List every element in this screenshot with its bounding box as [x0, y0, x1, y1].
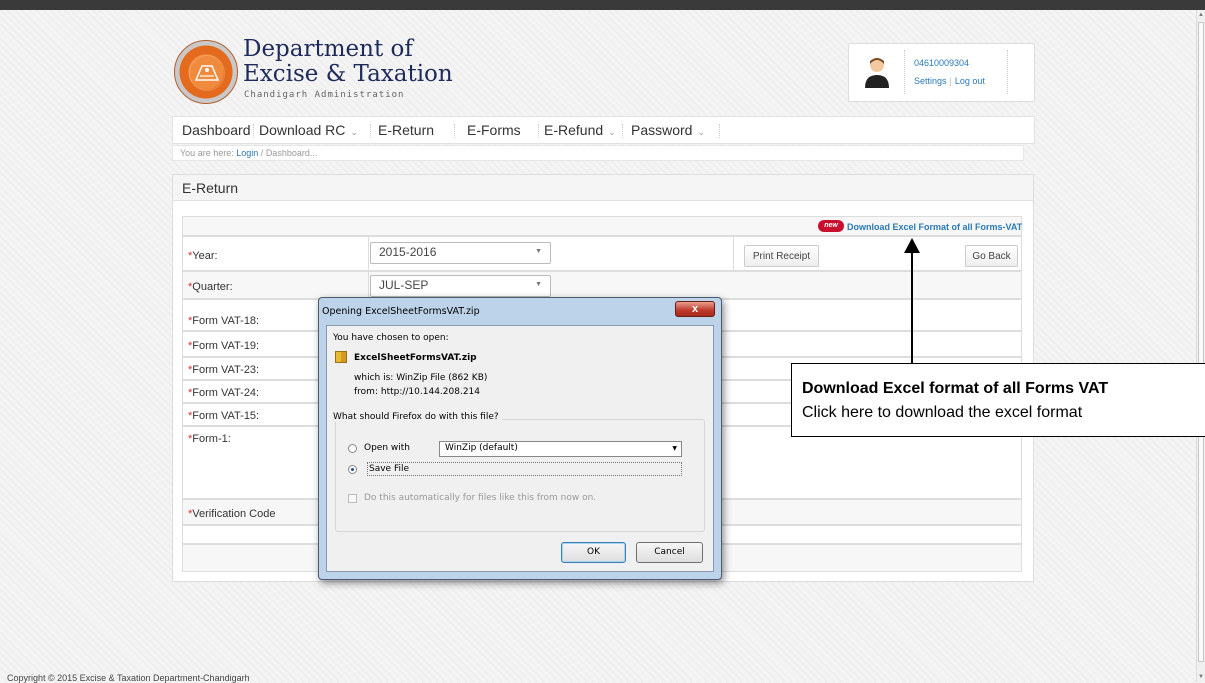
browser-top-bar — [0, 0, 1205, 10]
dialog-body: You have chosen to open: ExcelSheetForms… — [326, 325, 714, 572]
department-logo — [174, 40, 238, 104]
pointer-line — [911, 252, 913, 363]
open-with-select[interactable]: WinZip (default) ▼ — [439, 441, 682, 457]
site-title: Department of Excise & Taxation — [243, 37, 453, 87]
vertical-scrollbar[interactable]: ▲ ▼ — [1196, 10, 1205, 682]
site-title-line2: Excise & Taxation — [243, 61, 453, 87]
callout-box: Download Excel format of all Forms VAT C… — [791, 363, 1205, 437]
chevron-down-icon: ⌄ — [608, 127, 616, 137]
user-divider-right — [1007, 50, 1008, 94]
user-divider — [904, 50, 905, 94]
scroll-up-arrow-icon[interactable]: ▲ — [1198, 12, 1204, 18]
save-file-focus — [367, 462, 682, 476]
open-with-radio[interactable] — [348, 444, 357, 453]
dialog-title: Opening ExcelSheetFormsVAT.zip — [322, 306, 480, 317]
user-id: 04610009304 — [914, 58, 970, 68]
callout-heading: Download Excel format of all Forms VAT — [802, 380, 1109, 397]
nav-item-e-return[interactable]: E-Return — [378, 122, 434, 138]
main-nav: Dashboard Download RC ⌄ E-Return E-Forms … — [172, 116, 1035, 144]
breadcrumb: You are here: Login / Dashboard... — [172, 145, 1024, 161]
nav-item-e-refund[interactable]: E-Refund ⌄ — [544, 122, 616, 138]
user-avatar-icon — [865, 58, 889, 88]
auto-checkbox[interactable] — [348, 494, 357, 503]
pointer-arrow-icon — [904, 238, 920, 253]
zip-file-icon — [335, 351, 347, 363]
ok-button[interactable]: OK — [561, 542, 626, 563]
caret-down-icon: ▼ — [535, 248, 542, 255]
year-select[interactable]: 2015-2016 ▼ — [370, 242, 551, 264]
user-panel: 04610009304 Settings | Log out — [848, 43, 1035, 102]
nav-item-download-rc[interactable]: Download RC ⌄ — [259, 122, 358, 138]
emblem-icon — [194, 65, 220, 81]
file-name: ExcelSheetFormsVAT.zip — [354, 353, 477, 363]
logout-link[interactable]: Log out — [955, 76, 985, 86]
quarter-row: *Quarter: — [182, 271, 1022, 299]
breadcrumb-login-link[interactable]: Login — [236, 148, 258, 158]
new-badge-icon: new — [818, 220, 844, 232]
cancel-button[interactable]: Cancel — [636, 542, 703, 563]
go-back-button[interactable]: Go Back — [965, 245, 1018, 267]
scroll-down-arrow-icon[interactable]: ▼ — [1198, 674, 1204, 680]
settings-link[interactable]: Settings — [914, 76, 947, 86]
callout-body: Click here to download the excel format — [802, 404, 1083, 421]
quarter-select[interactable]: JUL-SEP ▼ — [370, 275, 551, 297]
chevron-down-icon: ⌄ — [697, 127, 706, 137]
site-title-line1: Department of — [243, 36, 413, 62]
panel-title: E-Return — [173, 175, 1033, 201]
caret-down-icon: ▼ — [672, 445, 677, 452]
caret-down-icon: ▼ — [535, 281, 542, 288]
chevron-down-icon: ⌄ — [350, 127, 358, 137]
save-file-radio[interactable] — [348, 465, 357, 474]
dialog-close-button[interactable]: x — [675, 301, 715, 317]
nav-item-dashboard[interactable]: Dashboard — [182, 122, 251, 138]
print-receipt-button[interactable]: Print Receipt — [744, 245, 819, 267]
site-subtitle: Chandigarh Administration — [244, 90, 405, 100]
nav-item-e-forms[interactable]: E-Forms — [467, 122, 521, 138]
nav-item-password[interactable]: Password ⌄ — [631, 122, 705, 138]
user-links: Settings | Log out — [914, 76, 985, 86]
open-file-dialog: Opening ExcelSheetFormsVAT.zip x You hav… — [318, 297, 722, 580]
download-excel-link[interactable]: Download Excel Format of all Forms-VAT — [847, 222, 1022, 232]
year-row: *Year: — [182, 236, 1022, 271]
scrollbar-thumb[interactable] — [1198, 22, 1204, 662]
download-row: new Download Excel Format of all Forms-V… — [182, 216, 1022, 236]
